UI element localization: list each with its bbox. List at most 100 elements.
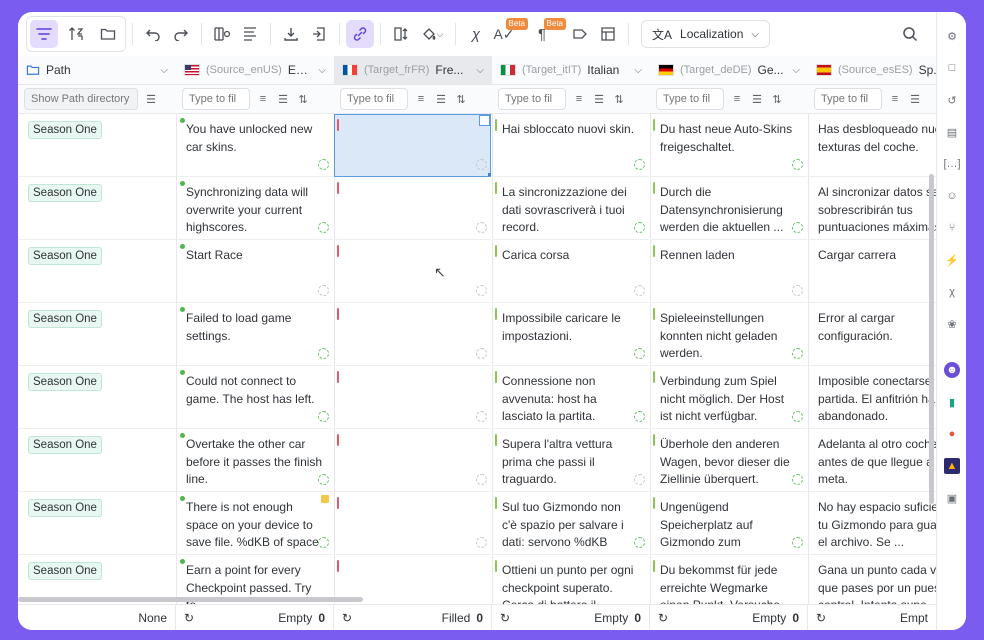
- chevron-down-icon[interactable]: ⌵: [318, 65, 326, 76]
- sliders-icon[interactable]: ≡: [572, 93, 586, 105]
- chevron-down-icon[interactable]: ⌵: [634, 65, 642, 76]
- rows-button[interactable]: [236, 20, 264, 48]
- bot-avatar-icon[interactable]: ☻: [944, 362, 960, 378]
- filter-icon[interactable]: ☰: [908, 93, 922, 106]
- text-cell[interactable]: Du hast neue Auto-Skins freigeschaltet.: [650, 114, 807, 177]
- refresh-icon[interactable]: ↻: [500, 611, 510, 625]
- text-cell[interactable]: Has desbloqueado nuev texturas del coche…: [808, 114, 936, 177]
- text-cell[interactable]: Failed to load game settings.: [176, 303, 333, 366]
- column-filter-input[interactable]: Type to fil: [340, 88, 408, 110]
- text-height-button[interactable]: [387, 20, 415, 48]
- text-cell[interactable]: Sul tuo Gizmondo non c'è spazio per salv…: [492, 492, 649, 555]
- text-cell[interactable]: [334, 366, 491, 429]
- filter-icon[interactable]: ☰: [144, 93, 158, 106]
- sliders-icon[interactable]: ≡: [414, 93, 428, 105]
- sort-icon[interactable]: ⇅: [454, 93, 468, 106]
- text-cell[interactable]: Hai sbloccato nuovi skin.: [492, 114, 649, 177]
- store-icon[interactable]: ▣: [944, 490, 960, 506]
- text-cell[interactable]: You have unlocked new car skins.: [176, 114, 333, 177]
- redo-button[interactable]: [167, 20, 195, 48]
- footer-cell[interactable]: ↻ Empty 0: [492, 605, 650, 630]
- comment-icon[interactable]: [321, 495, 329, 503]
- text-cell[interactable]: Carica corsa: [492, 240, 649, 303]
- text-cell[interactable]: Rennen laden: [650, 240, 807, 303]
- function-icon[interactable]: χ: [944, 284, 960, 300]
- document-icon[interactable]: ▤: [944, 124, 960, 140]
- plugin-icon[interactable]: ❀: [944, 316, 960, 332]
- app-integration-icon[interactable]: ▮: [944, 394, 960, 410]
- paragraph-button[interactable]: ¶ Beta: [528, 18, 566, 48]
- text-cell[interactable]: Ungenügend Speicherplatz auf Gizmondo zu…: [650, 492, 807, 555]
- refresh-icon[interactable]: ↻: [184, 611, 194, 625]
- column-filter-input[interactable]: Type to fil: [182, 88, 250, 110]
- path-cell[interactable]: Season One: [18, 429, 176, 492]
- search-button[interactable]: [896, 20, 924, 48]
- column-filter-input[interactable]: Type to fil: [498, 88, 566, 110]
- branch-icon[interactable]: ⑂: [944, 220, 960, 236]
- filter-icon[interactable]: ☰: [276, 93, 290, 106]
- column-header-path[interactable]: Path ⌵: [18, 56, 176, 85]
- filter-icon[interactable]: ☰: [434, 93, 448, 106]
- text-cell-selected[interactable]: [334, 114, 491, 177]
- sliders-icon[interactable]: ≡: [888, 93, 902, 105]
- text-cell[interactable]: Gana un punto cada vez que pases por un …: [808, 555, 936, 604]
- sort-icon[interactable]: ⇅: [612, 93, 626, 106]
- text-cell[interactable]: Überhole den anderen Wagen, bevor dieser…: [650, 429, 807, 492]
- footer-cell[interactable]: ↻ Empty 0: [650, 605, 808, 630]
- footer-cell[interactable]: None: [18, 605, 176, 630]
- undo-button[interactable]: [139, 20, 167, 48]
- text-cell[interactable]: Imposible conectarse partida. El anfitri…: [808, 366, 936, 429]
- text-cell[interactable]: Durch die Datensynchronisierung werden d…: [650, 177, 807, 240]
- column-filter-input[interactable]: Type to fil: [814, 88, 882, 110]
- tag-button[interactable]: [566, 20, 594, 48]
- path-cell[interactable]: Season One: [18, 303, 176, 366]
- column-header-german[interactable]: (Target_deDE) Ge... ⌵: [650, 56, 808, 85]
- chevron-down-icon[interactable]: ⌵: [792, 65, 800, 76]
- path-cell[interactable]: Season One: [18, 492, 176, 555]
- users-icon[interactable]: ☺: [944, 188, 960, 204]
- column-header-italian[interactable]: (Target_itIT) Italian ⌵: [492, 56, 650, 85]
- fill-color-button[interactable]: ⌵: [415, 20, 449, 48]
- sort-icon[interactable]: ⇅: [770, 93, 784, 106]
- filter-icon[interactable]: ☰: [592, 93, 606, 106]
- path-cell[interactable]: Season One: [18, 240, 176, 303]
- folder-button[interactable]: [94, 20, 122, 48]
- filter-toggle-button[interactable]: [30, 20, 58, 48]
- chat-app-icon[interactable]: ●: [944, 426, 960, 442]
- history-icon[interactable]: ↺: [944, 92, 960, 108]
- text-cell[interactable]: Al sincronizar datos se sobrescribirán t…: [808, 177, 936, 240]
- text-cell[interactable]: Synchronizing data will overwrite your c…: [176, 177, 333, 240]
- settings-gear-icon[interactable]: ⚙: [944, 28, 960, 44]
- text-cell[interactable]: There is not enough space on your device…: [176, 492, 333, 555]
- vertical-scrollbar[interactable]: [929, 174, 934, 504]
- chevron-down-icon[interactable]: ⌵: [160, 65, 168, 76]
- text-cell[interactable]: [334, 492, 491, 555]
- filter-icon[interactable]: ☰: [750, 93, 764, 106]
- image-app-icon[interactable]: ▲: [944, 458, 960, 474]
- text-cell[interactable]: La sincronizzazione dei dati sovrascrive…: [492, 177, 649, 240]
- function-button[interactable]: χ: [462, 20, 490, 48]
- text-cell[interactable]: Spieleeinstellungen konnten nicht gelade…: [650, 303, 807, 366]
- expand-cell-icon[interactable]: [479, 115, 490, 126]
- column-header-spanish[interactable]: (Source_esES) Sp...: [808, 56, 936, 85]
- path-cell[interactable]: Season One: [18, 366, 176, 429]
- import-button[interactable]: [305, 20, 333, 48]
- text-cell[interactable]: Ottieni un punto per ogni checkpoint sup…: [492, 555, 649, 604]
- text-cell[interactable]: [334, 429, 491, 492]
- refresh-icon[interactable]: ↻: [658, 611, 668, 625]
- api-icon[interactable]: […]: [943, 156, 960, 172]
- text-cell[interactable]: [334, 177, 491, 240]
- refresh-icon[interactable]: ↻: [342, 611, 352, 625]
- download-button[interactable]: [277, 20, 305, 48]
- columns-button[interactable]: [208, 20, 236, 48]
- column-header-french[interactable]: (Target_frFR) Fre... ⌵: [334, 56, 492, 85]
- localization-dropdown[interactable]: 文A Localization ⌵: [641, 20, 770, 48]
- chevron-down-icon[interactable]: ⌵: [476, 65, 484, 76]
- text-cell[interactable]: Cargar carrera: [808, 240, 936, 303]
- link-button[interactable]: [346, 20, 374, 48]
- text-cell[interactable]: No hay espacio suficien en tu Gizmondo p…: [808, 492, 936, 555]
- text-cell[interactable]: Overtake the other car before it passes …: [176, 429, 333, 492]
- notifications-icon[interactable]: □: [944, 60, 960, 76]
- sort-icon[interactable]: ⇅: [296, 93, 310, 106]
- text-cell[interactable]: ↖: [334, 240, 491, 303]
